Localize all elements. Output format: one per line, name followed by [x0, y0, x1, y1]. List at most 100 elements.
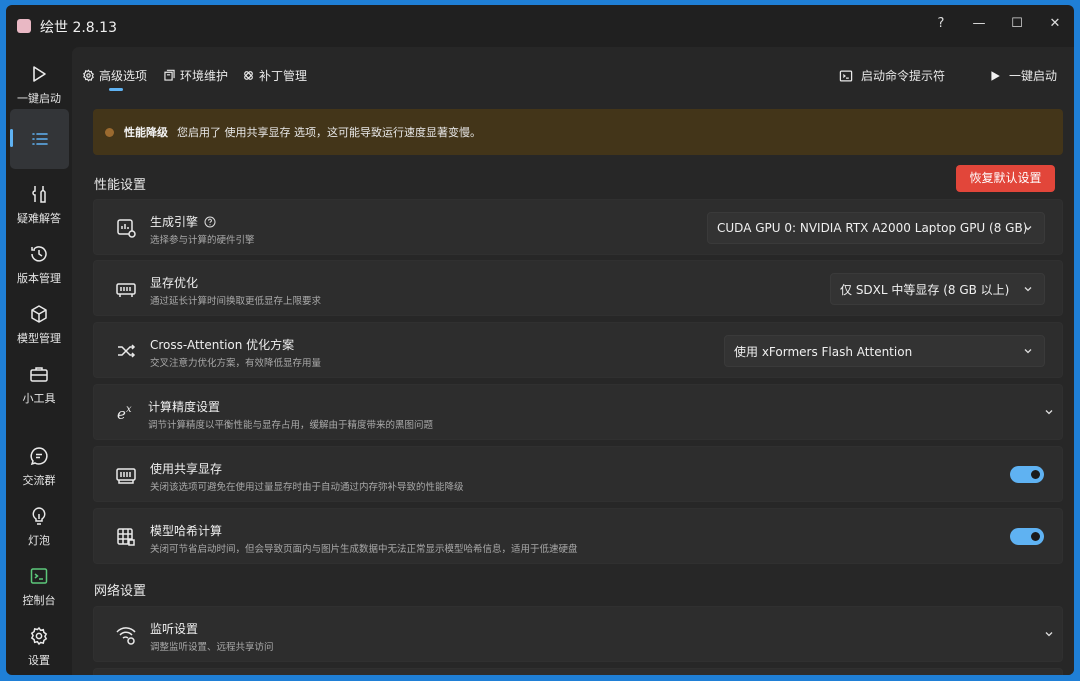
cube-icon [29, 304, 49, 324]
setting-title: 监听设置 [150, 622, 199, 636]
setting-title: 生成引擎 [150, 213, 216, 230]
app-window: 绘世 2.8.13 ? — ☐ ✕ 一键启动 疑难解答 版本管理 模型管理 小工… [6, 5, 1074, 675]
help-button[interactable]: ? [926, 11, 956, 37]
app-title: 绘世 2.8.13 [40, 20, 117, 36]
toggle-knob [1031, 532, 1040, 541]
cmd-prompt-label: 启动命令提示符 [861, 69, 946, 83]
banner-title: 性能降级 [124, 126, 168, 139]
setting-card-cross-attention: Cross-Attention 优化方案 交叉注意力优化方案，有效降低显存用量 … [93, 322, 1063, 378]
play-icon [29, 64, 49, 84]
setting-description: 关闭该选项可避免在使用过量显存时由于自动通过内存弥补导致的性能降级 [150, 482, 464, 493]
history-icon [29, 244, 49, 264]
sidebar-item-bulb[interactable]: 灯泡 [6, 506, 72, 548]
title-bar: 绘世 2.8.13 ? — ☐ ✕ [6, 5, 1074, 47]
select-value: 仅 SDXL 中等显存 (8 GB 以上) [840, 282, 1010, 297]
sidebar-item-settings[interactable]: 设置 [6, 626, 72, 668]
reset-defaults-button[interactable]: 恢复默认设置 [956, 165, 1055, 192]
sidebar-item-label: 交流群 [22, 474, 56, 487]
memory-icon [115, 464, 137, 486]
sidebar-item-launch[interactable]: 一键启动 [6, 64, 72, 106]
play-icon [989, 70, 1001, 82]
setting-title: 模型哈希计算 [150, 524, 223, 538]
tab-label: 高级选项 [99, 69, 148, 83]
list-icon [30, 129, 50, 149]
sidebar-item-chat[interactable]: 交流群 [6, 446, 72, 488]
warning-icon [105, 127, 114, 137]
help-circle-icon[interactable] [204, 216, 216, 228]
attention-select[interactable]: 使用 xFormers Flash Attention [724, 335, 1045, 367]
setting-card-vram: 显存优化 通过延长计算时间换取更低显存上限要求 仅 SDXL 中等显存 (8 G… [93, 260, 1063, 316]
chevron-down-icon [1023, 346, 1033, 356]
chevron-down-icon [1044, 407, 1054, 417]
maximize-button[interactable]: ☐ [1002, 11, 1032, 37]
package-icon [163, 69, 176, 82]
sidebar-item-versions[interactable]: 版本管理 [6, 244, 72, 286]
section-title-network: 网络设置 [94, 584, 147, 599]
setting-description: 交叉注意力优化方案，有效降低显存用量 [150, 358, 322, 369]
engine-title-text: 生成引擎 [150, 215, 199, 229]
console-icon [29, 566, 49, 586]
setting-description: 调整监听设置、远程共享访问 [150, 642, 274, 653]
setting-title: Cross-Attention 优化方案 [150, 338, 295, 352]
memory-icon [115, 278, 137, 300]
minimize-button[interactable]: — [964, 11, 994, 37]
app-logo-icon [17, 19, 31, 33]
sidebar-item-models[interactable]: 模型管理 [6, 304, 72, 346]
shared-vram-toggle[interactable] [1010, 466, 1044, 483]
setting-card-model-hash: 模型哈希计算 关闭可节省启动时间，但会导致页面内与图片生成数据中无法正常显示模型… [93, 508, 1063, 564]
tab-label: 补丁管理 [259, 69, 308, 83]
tab-environment[interactable]: 环境维护 [163, 67, 228, 84]
tab-patches[interactable]: 补丁管理 [242, 67, 307, 84]
toggle-knob [1031, 470, 1040, 479]
chat-icon [29, 446, 49, 466]
select-value: 使用 xFormers Flash Attention [734, 344, 913, 359]
sidebar-item-troubleshoot[interactable]: 疑难解答 [6, 184, 72, 226]
shuffle-icon [115, 340, 137, 362]
setting-card-shared-vram: 使用共享显存 关闭该选项可避免在使用过量显存时由于自动通过内存弥补导致的性能降级 [93, 446, 1063, 502]
svg-text:x: x [126, 404, 132, 415]
active-indicator [10, 129, 13, 147]
setting-card-listen[interactable]: 监听设置 调整监听设置、远程共享访问 [93, 606, 1063, 662]
chip-gear-icon [115, 217, 137, 239]
banner-message: 您启用了 使用共享显存 选项，这可能导致运行速度显著变慢。 [177, 126, 481, 139]
terminal-icon [839, 69, 853, 83]
sidebar-item-label: 一键启动 [17, 92, 61, 105]
model-hash-toggle[interactable] [1010, 528, 1044, 545]
sidebar-item-label: 版本管理 [17, 272, 61, 285]
sidebar-item-tools[interactable]: 小工具 [6, 364, 72, 406]
chevron-down-icon [1044, 629, 1054, 639]
tab-label: 环境维护 [180, 69, 229, 83]
close-button[interactable]: ✕ [1040, 11, 1070, 37]
svg-text:e: e [117, 405, 126, 423]
setting-title: 计算精度设置 [148, 400, 221, 414]
sidebar-item-label: 疑难解答 [17, 212, 61, 225]
vram-select[interactable]: 仅 SDXL 中等显存 (8 GB 以上) [830, 273, 1045, 305]
setting-title: 使用共享显存 [150, 462, 223, 476]
main-panel: 高级选项 环境维护 补丁管理 启动命令提示符 一键启动 性能降级 您启用了 使用… [72, 47, 1074, 675]
sidebar: 一键启动 疑难解答 版本管理 模型管理 小工具 交流群 灯泡 控制台 设置 [6, 47, 72, 675]
launch-button[interactable]: 一键启动 [989, 67, 1057, 84]
chevron-down-icon [1023, 223, 1033, 233]
sidebar-item-label: 模型管理 [17, 332, 61, 345]
chevron-down-icon [1023, 284, 1033, 294]
sidebar-item-console[interactable]: 控制台 [6, 566, 72, 608]
setting-description: 选择参与计算的硬件引擎 [150, 235, 255, 246]
setting-card-precision[interactable]: ex 计算精度设置 调节计算精度以平衡性能与显存占用，缓解由于精度带来的黑图问题 [93, 384, 1063, 440]
setting-description: 调节计算精度以平衡性能与显存占用，缓解由于精度带来的黑图问题 [148, 420, 434, 431]
active-tab-indicator [109, 88, 123, 91]
select-value: CUDA GPU 0: NVIDIA RTX A2000 Laptop GPU … [717, 221, 1028, 235]
tab-bar: 高级选项 环境维护 补丁管理 启动命令提示符 一键启动 [72, 47, 1074, 97]
sidebar-item-label: 控制台 [22, 594, 56, 607]
launch-label: 一键启动 [1009, 69, 1058, 83]
tab-advanced-options[interactable]: 高级选项 [82, 67, 147, 84]
settings-icon [82, 69, 95, 82]
sidebar-item-label: 小工具 [22, 392, 56, 405]
engine-select[interactable]: CUDA GPU 0: NVIDIA RTX A2000 Laptop GPU … [707, 212, 1045, 244]
setting-description: 通过延长计算时间换取更低显存上限要求 [150, 296, 322, 307]
exponent-icon: ex [115, 402, 137, 424]
cmd-prompt-button[interactable]: 启动命令提示符 [839, 67, 945, 84]
setting-card-engine: 生成引擎 选择参与计算的硬件引擎 CUDA GPU 0: NVIDIA RTX … [93, 199, 1063, 255]
bulb-icon [29, 506, 49, 526]
sidebar-item-advanced[interactable] [10, 109, 69, 169]
performance-warning-banner: 性能降级 您启用了 使用共享显存 选项，这可能导致运行速度显著变慢。 [93, 109, 1063, 155]
